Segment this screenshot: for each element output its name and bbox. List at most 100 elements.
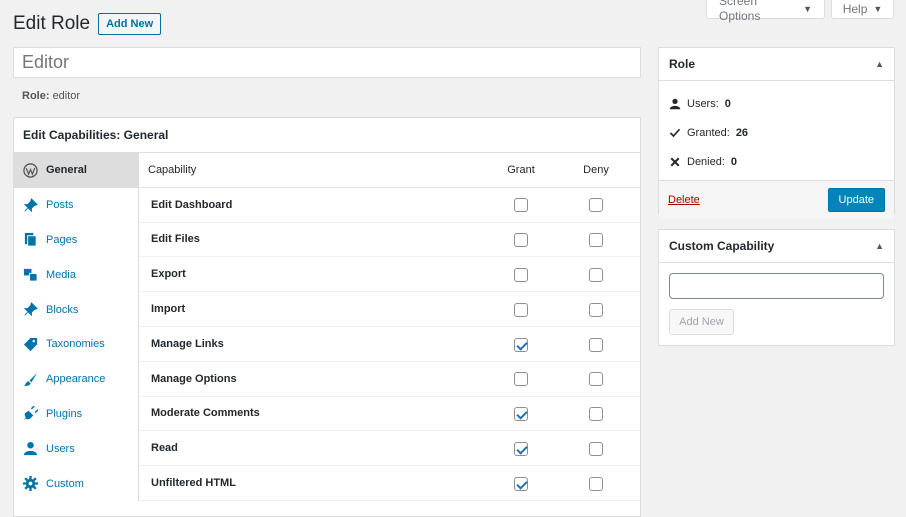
- denied-value: 0: [730, 155, 738, 168]
- sidebar-item-label: Users: [46, 442, 75, 455]
- table-row: Read: [139, 431, 640, 467]
- table-row: Moderate Comments: [139, 397, 640, 432]
- grant-checkbox[interactable]: [514, 372, 528, 387]
- capability-column-header: Capability: [148, 163, 197, 176]
- add-capability-button[interactable]: Add New: [669, 309, 734, 335]
- deny-checkbox[interactable]: [589, 476, 603, 491]
- capabilities-box-title: Edit Capabilities: General: [14, 118, 640, 153]
- deny-checkbox[interactable]: [589, 442, 603, 457]
- sidebar-item-taxonomies[interactable]: Taxonomies: [14, 327, 138, 362]
- user-icon: [23, 442, 38, 456]
- role-name-input[interactable]: Editor: [13, 47, 641, 78]
- sidebar-item-appearance[interactable]: Appearance: [14, 362, 138, 397]
- denied-label: Denied:: [687, 155, 725, 168]
- grant-checkbox[interactable]: [514, 337, 528, 352]
- tag-icon: [23, 337, 38, 351]
- granted-count: Granted: 26: [669, 118, 884, 147]
- sidebar-item-label: Appearance: [46, 373, 106, 386]
- grant-checkbox[interactable]: [514, 407, 528, 422]
- grant-checkbox[interactable]: [514, 268, 528, 283]
- sidebar-item-general[interactable]: General: [14, 153, 138, 188]
- capability-name: Edit Dashboard: [151, 198, 233, 211]
- grant-checkbox[interactable]: [514, 302, 528, 317]
- sidebar-item-media[interactable]: Media: [14, 257, 138, 292]
- page-header: Edit Role Add New: [13, 13, 162, 35]
- table-row: Manage Links: [139, 327, 640, 362]
- capability-name: Import: [151, 303, 186, 316]
- sidebar-item-pages[interactable]: Pages: [14, 223, 138, 258]
- add-new-role-button[interactable]: Add New: [98, 13, 162, 35]
- collapse-toggle-icon[interactable]: ▲: [875, 241, 884, 251]
- capability-name: Edit Files: [151, 233, 200, 246]
- deny-checkbox[interactable]: [589, 407, 603, 422]
- table-row: Edit Dashboard: [139, 188, 640, 223]
- grant-checkbox[interactable]: [514, 442, 528, 457]
- caret-down-icon: ▼: [873, 3, 883, 14]
- table-row: Unfiltered HTML: [139, 466, 640, 501]
- capability-name: Unfiltered HTML: [151, 477, 236, 490]
- role-panel-header[interactable]: Role ▲: [659, 48, 894, 81]
- deny-checkbox[interactable]: [589, 268, 603, 283]
- granted-label: Granted:: [687, 126, 730, 139]
- sidebar-item-plugins[interactable]: Plugins: [14, 397, 138, 432]
- wordpress-icon: [23, 163, 38, 178]
- screen-options-label: Screen Options: [719, 0, 761, 23]
- users-label: Users:: [687, 97, 719, 110]
- table-row: Export: [139, 257, 640, 293]
- deny-checkbox[interactable]: [589, 372, 603, 387]
- role-panel-title: Role: [669, 57, 696, 71]
- delete-role-link[interactable]: Delete: [668, 194, 700, 206]
- sidebar-item-label: General: [46, 164, 87, 177]
- grant-checkbox[interactable]: [514, 233, 528, 248]
- sidebar-item-label: Pages: [46, 233, 78, 246]
- pages-icon: [24, 233, 37, 248]
- grant-checkbox[interactable]: [514, 476, 528, 491]
- capability-name: Manage Options: [151, 372, 237, 385]
- sidebar-item-label: Plugins: [46, 407, 83, 420]
- close-icon: [670, 157, 680, 166]
- checkmark-icon: [669, 128, 681, 137]
- custom-capability-header[interactable]: Custom Capability ▲: [659, 230, 894, 263]
- deny-checkbox[interactable]: [589, 233, 603, 248]
- capability-name: Export: [151, 268, 186, 281]
- role-slug: Role: editor: [22, 90, 80, 102]
- capability-name: Read: [151, 442, 178, 455]
- table-row: Edit Files: [139, 223, 640, 258]
- sidebar-item-posts[interactable]: Posts: [14, 188, 138, 223]
- custom-capability-title: Custom Capability: [669, 239, 775, 253]
- capability-name: Moderate Comments: [151, 407, 260, 420]
- sidebar-item-users[interactable]: Users: [14, 431, 138, 466]
- custom-capability-panel: Custom Capability ▲ Add New: [658, 229, 895, 346]
- grant-column-header: Grant: [507, 163, 535, 176]
- sidebar-item-label: Taxonomies: [46, 338, 105, 351]
- media-icon: [23, 269, 38, 282]
- sidebar-item-label: Posts: [46, 199, 74, 212]
- role-slug-value: editor: [52, 90, 81, 102]
- screen-options-button[interactable]: Screen Options ▼: [706, 0, 825, 23]
- help-label: Help: [842, 1, 868, 16]
- role-panel: Role ▲ Users: 0 Granted: 26 Denied: 0 De…: [658, 47, 895, 219]
- sidebar-item-label: Blocks: [46, 303, 79, 316]
- user-icon: [669, 98, 681, 109]
- sidebar-item-custom[interactable]: Custom: [14, 466, 138, 501]
- pin-icon: [23, 302, 38, 317]
- capabilities-table: Capability Grant Deny Edit Dashboard Edi…: [139, 153, 640, 501]
- sidebar-item-label: Custom: [46, 477, 84, 490]
- help-button[interactable]: Help ▼: [831, 0, 894, 19]
- capability-name: Manage Links: [151, 337, 224, 350]
- deny-checkbox[interactable]: [589, 198, 603, 213]
- update-button[interactable]: Update: [827, 188, 885, 212]
- screen-meta: Screen Options ▼ Help ▼: [706, 0, 894, 23]
- page-title: Edit Role: [13, 13, 91, 34]
- table-row: Manage Options: [139, 362, 640, 397]
- denied-count: Denied: 0: [669, 147, 884, 176]
- deny-checkbox[interactable]: [589, 337, 603, 352]
- deny-checkbox[interactable]: [589, 302, 603, 317]
- custom-capability-input[interactable]: [669, 273, 884, 299]
- pin-icon: [23, 197, 38, 212]
- collapse-toggle-icon[interactable]: ▲: [875, 59, 884, 69]
- table-row: Import: [139, 292, 640, 327]
- sidebar-item-label: Media: [46, 268, 76, 281]
- sidebar-item-blocks[interactable]: Blocks: [14, 292, 138, 327]
- grant-checkbox[interactable]: [514, 198, 528, 213]
